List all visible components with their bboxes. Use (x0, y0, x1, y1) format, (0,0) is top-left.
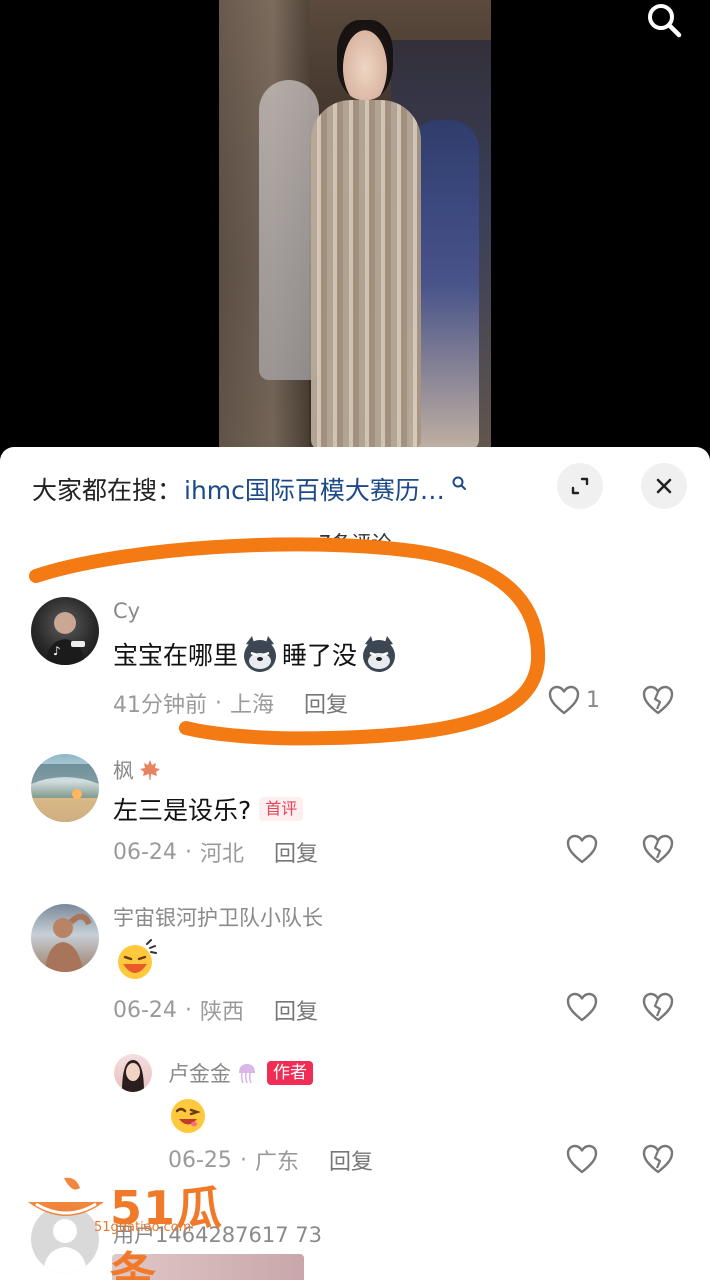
comment-location: 河北 (199, 842, 244, 867)
comment-item: ♪ Cy 宝宝在哪里 睡了没 41分钟前 · 上海 回复 1 (0, 597, 710, 727)
broken-heart-icon (642, 992, 674, 1022)
comment-time: 06-24 (113, 839, 177, 865)
comment-username[interactable]: Cy (113, 599, 140, 623)
comment-username[interactable]: 卢金金 作者 (168, 1058, 313, 1088)
dislike-button[interactable] (642, 685, 674, 719)
video-person-head (337, 20, 393, 100)
search-button[interactable] (640, 0, 688, 40)
comment-time: 06-25 (168, 1147, 232, 1173)
comment-text: 左三是设乐? 首评 (113, 791, 304, 827)
author-badge: 作者 (267, 1061, 313, 1085)
search-icon (452, 476, 466, 490)
like-button[interactable]: 1 (548, 685, 600, 715)
comment-text (113, 938, 157, 982)
broken-heart-icon (642, 685, 674, 715)
comment-location: 上海 (230, 693, 275, 718)
broken-heart-icon (642, 1144, 674, 1174)
like-button[interactable] (566, 834, 598, 864)
reply-item: 卢金金 作者 06-25 · 广东 回复 (0, 1052, 710, 1177)
search-icon (648, 4, 682, 38)
avatar[interactable] (114, 1054, 152, 1092)
close-button[interactable] (641, 463, 687, 509)
comment-meta: 06-24 · 河北 回复 (113, 836, 318, 868)
husky-emoji (359, 634, 399, 674)
maple-leaf-icon (140, 760, 160, 780)
avatar[interactable]: ♪ (31, 597, 99, 665)
broken-heart-icon (642, 834, 674, 864)
reply-button[interactable]: 回复 (304, 687, 348, 719)
svg-text:♪: ♪ (53, 644, 61, 658)
comment-sheet: 大家都在搜： ihmc国际百模大赛历… 7条评论 ♪ Cy 宝宝在哪里 睡了没 … (0, 447, 710, 1280)
avatar-photo: ♪ (45, 612, 85, 665)
heart-icon (548, 685, 580, 715)
dislike-button[interactable] (642, 834, 674, 868)
jellyfish-icon (239, 1064, 255, 1084)
watermark-url: 51guatiao.com (94, 1220, 192, 1235)
banner-query-link[interactable]: ihmc国际百模大赛历… (184, 471, 445, 507)
search-suggestion-banner[interactable]: 大家都在搜： ihmc国际百模大赛历… (32, 471, 467, 507)
close-icon (656, 478, 672, 494)
banner-prefix: 大家都在搜： (32, 476, 183, 505)
laughing-emoji (113, 938, 157, 982)
comment-time: 06-24 (113, 997, 177, 1023)
avatar-photo (122, 1060, 144, 1092)
comment-meta: 06-24 · 陕西 回复 (113, 994, 318, 1026)
expand-icon (571, 477, 589, 495)
video-player[interactable] (0, 0, 710, 450)
comment-count-title: 7条评论 (318, 531, 392, 547)
dislike-button[interactable] (642, 1144, 674, 1178)
expand-button[interactable] (557, 463, 603, 509)
reply-button[interactable]: 回复 (274, 994, 318, 1026)
comment-username[interactable]: 枫 (113, 755, 162, 785)
reply-button[interactable]: 回复 (274, 836, 318, 868)
comment-username[interactable]: 宇宙银河护卫队小队长 (113, 902, 323, 932)
heart-icon (566, 834, 598, 864)
comment-text (166, 1094, 210, 1138)
comment-location: 陕西 (199, 1000, 244, 1025)
first-comment-badge: 首评 (259, 797, 304, 821)
video-frame[interactable] (219, 0, 491, 450)
video-person-main (311, 100, 421, 450)
comment-text: 宝宝在哪里 睡了没 (113, 634, 399, 674)
heart-icon (566, 1144, 598, 1174)
avatar[interactable] (31, 754, 99, 822)
comment-item: 宇宙银河护卫队小队长 06-24 · 陕西 回复 (0, 902, 710, 1032)
avatar-photo (31, 764, 99, 822)
heart-icon (566, 992, 598, 1022)
avatar[interactable] (31, 904, 99, 972)
avatar-photo (45, 913, 92, 972)
comment-meta: 41分钟前 · 上海 回复 (113, 687, 348, 719)
dislike-button[interactable] (642, 992, 674, 1026)
like-button[interactable] (566, 1144, 598, 1174)
comment-item: 枫 左三是设乐? 首评 06-24 · 河北 回复 (0, 754, 710, 874)
comment-time: 41分钟前 (113, 693, 207, 718)
reply-button[interactable]: 回复 (329, 1144, 373, 1176)
video-person (259, 80, 319, 380)
comment-location: 广东 (254, 1150, 299, 1175)
winking-emoji (166, 1094, 210, 1138)
like-button[interactable] (566, 992, 598, 1022)
watermark-logo: 51瓜条 51guatiao.com (24, 1172, 254, 1280)
like-count: 1 (586, 687, 600, 713)
husky-emoji (240, 634, 280, 674)
